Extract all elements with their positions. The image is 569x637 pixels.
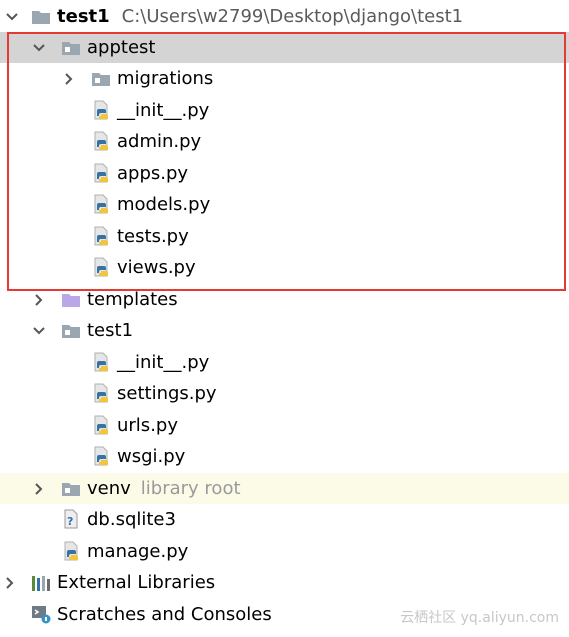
folder-icon <box>31 7 51 27</box>
file-label: tests.py <box>117 226 189 247</box>
file-label: __init__.py <box>117 352 210 373</box>
python-file-icon <box>92 383 112 403</box>
folder-label: templates <box>87 289 178 310</box>
chevron-right-icon[interactable] <box>32 293 46 307</box>
python-file-icon <box>92 163 112 183</box>
module-folder-icon <box>61 38 81 58</box>
library-root-hint: library root <box>140 478 241 499</box>
tree-row-migrations[interactable]: migrations <box>0 63 569 94</box>
file-label: __init__.py <box>117 100 210 121</box>
chevron-right-icon[interactable] <box>3 576 17 590</box>
tree-row-external-libraries[interactable]: External Libraries <box>0 567 569 598</box>
root-folder-label: test1 C:\Users\w2799\Desktop\django\test1 <box>57 1 463 32</box>
tree-row-file[interactable]: __init__.py <box>0 95 569 126</box>
tree-row-file[interactable]: tests.py <box>0 221 569 252</box>
file-label: settings.py <box>117 383 217 404</box>
tree-row-test1-package[interactable]: test1 <box>0 315 569 346</box>
python-file-icon <box>92 415 112 435</box>
tree-row-apptest[interactable]: apptest <box>0 32 569 63</box>
chevron-down-icon[interactable] <box>32 41 46 55</box>
python-file-icon <box>92 352 112 372</box>
tree-row-file[interactable]: apps.py <box>0 158 569 189</box>
tree-row-file[interactable]: views.py <box>0 252 569 283</box>
python-file-icon <box>92 131 112 151</box>
tree-row-manage[interactable]: manage.py <box>0 536 569 567</box>
file-label: apps.py <box>117 163 189 184</box>
python-file-icon <box>92 100 112 120</box>
node-label: External Libraries <box>57 572 216 593</box>
file-label: admin.py <box>117 131 202 152</box>
svg-text:?: ? <box>67 515 73 528</box>
python-file-icon <box>92 257 112 277</box>
tree-row-root[interactable]: test1 C:\Users\w2799\Desktop\django\test1 <box>0 1 569 32</box>
venv-label: venv library root <box>87 473 241 504</box>
file-label: urls.py <box>117 415 178 436</box>
chevron-down-icon[interactable] <box>32 324 46 338</box>
python-file-icon <box>92 194 112 214</box>
chevron-right-icon[interactable] <box>62 72 76 86</box>
libraries-icon <box>31 573 51 593</box>
tree-row-file[interactable]: wsgi.py <box>0 441 569 472</box>
node-label: Scratches and Consoles <box>57 604 272 625</box>
tree-row-file[interactable]: models.py <box>0 189 569 220</box>
python-file-icon <box>92 226 112 246</box>
watermark: 云栖社区 yq.aliyun.com <box>400 610 559 626</box>
python-file-icon <box>92 446 112 466</box>
tree-row-db[interactable]: ? db.sqlite3 <box>0 504 569 535</box>
tree-row-venv[interactable]: venv library root <box>0 473 569 504</box>
module-folder-icon <box>91 69 111 89</box>
root-folder-path: C:\Users\w2799\Desktop\django\test1 <box>121 6 464 27</box>
tree-row-templates[interactable]: templates <box>0 284 569 315</box>
file-label: wsgi.py <box>117 446 186 467</box>
folder-label: test1 <box>87 320 134 341</box>
module-folder-icon <box>61 479 81 499</box>
file-label: views.py <box>117 257 196 278</box>
folder-label: migrations <box>117 68 214 89</box>
tree-row-file[interactable]: urls.py <box>0 410 569 441</box>
templates-folder-icon <box>61 290 81 310</box>
file-label: db.sqlite3 <box>87 509 176 530</box>
chevron-right-icon[interactable] <box>32 482 46 496</box>
scratches-icon <box>31 604 51 624</box>
python-file-icon <box>62 541 82 561</box>
folder-name: venv <box>87 478 131 499</box>
module-folder-icon <box>61 321 81 341</box>
chevron-down-icon[interactable] <box>5 10 19 24</box>
tree-row-file[interactable]: admin.py <box>0 126 569 157</box>
folder-label: apptest <box>87 37 156 58</box>
file-label: models.py <box>117 194 211 215</box>
root-folder-name: test1 <box>57 6 110 27</box>
database-file-icon: ? <box>62 509 82 529</box>
tree-row-file[interactable]: settings.py <box>0 378 569 409</box>
file-label: manage.py <box>87 541 189 562</box>
tree-row-file[interactable]: __init__.py <box>0 347 569 378</box>
